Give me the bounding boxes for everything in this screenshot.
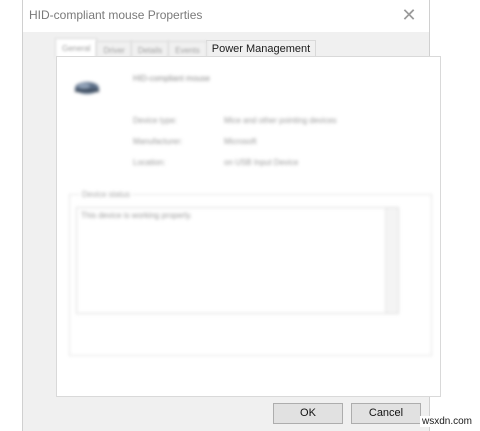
watermark: wsxdn.com [419,416,474,427]
device-name: HID-compliant mouse [133,74,210,83]
close-icon: ✕ [401,5,417,25]
location-value: on USB Input Device [224,158,299,167]
location-label: Location: [133,158,166,167]
tab-general[interactable]: General [55,38,98,58]
dialog-footer: OK Cancel [23,398,429,431]
tab-strip: General Driver Details Events Power Mana… [55,38,317,58]
close-button[interactable]: ✕ [397,4,421,26]
window-title: HID-compliant mouse Properties [29,8,203,22]
background-edge [0,0,22,431]
general-tab-panel: HID-compliant mouse Device type: Mice an… [56,56,441,397]
device-status-box[interactable]: This device is working properly. [76,207,399,314]
screenshot-stage: HID-compliant mouse Properties ✕ General… [0,0,480,431]
properties-dialog: HID-compliant mouse Properties ✕ General… [22,0,441,431]
device-status-group: Device status This device is working pro… [69,190,432,356]
manufacturer-label: Manufacturer: [133,137,183,146]
device-type-value: Mice and other pointing devices [224,116,337,125]
device-type-label: Device type: [133,116,178,125]
device-status-text: This device is working properly. [81,211,193,220]
status-scrollbar[interactable] [385,208,398,313]
cancel-button[interactable]: Cancel [351,403,421,424]
title-bar[interactable]: HID-compliant mouse Properties ✕ [23,0,429,32]
ok-button[interactable]: OK [273,403,343,424]
device-status-legend: Device status [80,190,133,199]
mouse-icon [75,82,99,94]
manufacturer-value: Microsoft [224,137,257,146]
